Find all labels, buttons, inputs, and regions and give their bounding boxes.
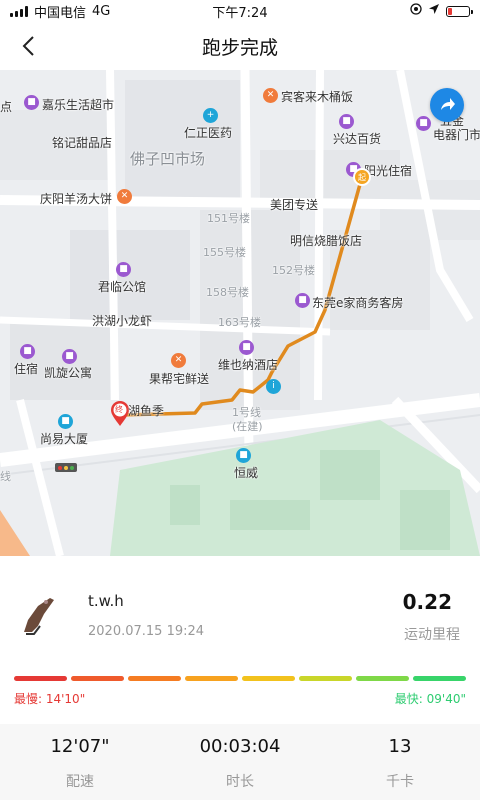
poi-label: 湖鱼季 xyxy=(128,404,165,418)
stat-pace: 12'07" 配速 xyxy=(0,724,160,800)
traffic-light-icon xyxy=(55,463,77,472)
location-arrow-icon xyxy=(428,3,440,19)
page-title: 跑步完成 xyxy=(201,36,278,59)
end-marker-label: 终 xyxy=(115,405,123,414)
start-marker-icon: 起 xyxy=(353,168,371,186)
back-button[interactable] xyxy=(14,32,42,60)
stat-label: 时长 xyxy=(226,774,254,790)
restaurant-icon: ✕ xyxy=(171,353,186,368)
poi-label: 君临公馆 xyxy=(98,280,147,294)
poi-label: 恒威 xyxy=(234,466,259,480)
shop-icon: ■ xyxy=(24,95,39,110)
battery-icon xyxy=(446,5,473,17)
pace-segment xyxy=(356,676,409,681)
building-icon: ■ xyxy=(236,448,251,463)
user-name: t.w.h xyxy=(88,592,124,610)
poi-label: 点 xyxy=(0,100,13,114)
hotel-icon: ■ xyxy=(62,349,77,364)
network-type: 4G xyxy=(92,3,111,19)
chevron-left-icon xyxy=(22,36,34,56)
pace-segment xyxy=(299,676,352,681)
poi-label: 东莞e家商务客房 xyxy=(312,296,404,310)
hotel-icon: ■ xyxy=(295,293,310,308)
stat-value: 13 xyxy=(388,736,412,757)
poi-label: (在建) xyxy=(232,420,263,433)
restroom-icon: i xyxy=(266,379,281,394)
run-date: 2020.07.15 19:24 xyxy=(88,624,205,639)
pace-segment xyxy=(242,676,295,681)
pharmacy-icon: + xyxy=(203,108,218,123)
hotel-icon: ■ xyxy=(239,340,254,355)
poi-label: 铭记甜品店 xyxy=(52,136,113,150)
signal-icon xyxy=(10,5,28,17)
building-label: 158号楼 xyxy=(206,286,249,299)
poi-label: 阳光住宿 xyxy=(364,164,413,178)
poi-label: 美团专送 xyxy=(270,198,319,212)
navigate-button[interactable] xyxy=(430,88,464,122)
building-label: 151号楼 xyxy=(207,212,250,225)
poi-label: 凯旋公寓 xyxy=(44,366,93,380)
pace-segment xyxy=(128,676,181,681)
poi-label: 嘉乐生活超市 xyxy=(42,98,115,112)
restaurant-icon: ✕ xyxy=(263,88,278,103)
lock-rotation-icon xyxy=(410,3,422,19)
building-label: 163号楼 xyxy=(218,316,261,329)
poi-label: 电器门市 xyxy=(433,128,480,142)
pace-segment xyxy=(71,676,124,681)
nav-bar: 跑步完成 xyxy=(0,22,480,70)
stat-label: 配速 xyxy=(66,774,94,790)
building-label: 152号楼 xyxy=(272,264,315,277)
poi-label: 庆阳羊汤大饼 xyxy=(40,192,113,206)
stat-value: 00:03:04 xyxy=(199,736,281,757)
distance-value: 0.22 xyxy=(402,590,452,614)
poi-label: 佛子凹市场 xyxy=(130,150,206,168)
restaurant-icon: ✕ xyxy=(117,189,132,204)
running-shoe-icon xyxy=(24,598,54,635)
pace-segment xyxy=(413,676,466,681)
hotel-icon: ■ xyxy=(20,344,35,359)
status-bar: 中国电信 4G 下午7:24 xyxy=(0,0,480,22)
poi-label: 宾客来木桶饭 xyxy=(281,90,354,104)
share-arrow-icon xyxy=(441,98,455,110)
route-map[interactable]: 151号楼 155号楼 152号楼 158号楼 163号楼 点 ■ 嘉乐生活超市… xyxy=(0,70,480,556)
poi-label: 维也纳酒店 xyxy=(218,358,279,372)
stat-calories: 13 千卡 xyxy=(320,724,480,800)
shop-icon: ■ xyxy=(416,116,431,131)
poi-label: 洪湖小龙虾 xyxy=(92,314,153,328)
shop-icon: ■ xyxy=(339,114,354,129)
poi-label: 住宿 xyxy=(14,362,39,376)
stat-duration: 00:03:04 时长 xyxy=(160,724,320,800)
building-label: 155号楼 xyxy=(203,246,246,259)
fastest-pace: 最快: 09'40" xyxy=(394,692,466,706)
hotel-icon: ■ xyxy=(116,262,131,277)
poi-label: 线 xyxy=(0,470,11,483)
start-marker-label: 起 xyxy=(358,172,366,182)
poi-label: 兴达百货 xyxy=(333,132,382,146)
summary-panel: t.w.h 2020.07.15 19:24 0.22 运动里程 最慢: 14'… xyxy=(0,556,480,800)
distance-label: 运动里程 xyxy=(404,627,460,643)
poi-label: 尚易大厦 xyxy=(40,432,89,446)
building-icon: ■ xyxy=(58,414,73,429)
poi-label: 果帮宅鲜送 xyxy=(149,372,210,386)
pace-gradient-bar xyxy=(14,676,466,681)
stat-label: 千卡 xyxy=(386,774,414,790)
stats-row: 12'07" 配速 00:03:04 时长 13 千卡 xyxy=(0,724,480,800)
poi-label: 明信烧腊饭店 xyxy=(290,234,363,248)
pace-segment xyxy=(14,676,67,681)
pace-segment xyxy=(185,676,238,681)
poi-label: 仁正医药 xyxy=(184,126,233,140)
carrier-name: 中国电信 xyxy=(34,5,87,21)
stat-value: 12'07" xyxy=(50,736,110,757)
slowest-pace: 最慢: 14'10" xyxy=(14,692,86,706)
